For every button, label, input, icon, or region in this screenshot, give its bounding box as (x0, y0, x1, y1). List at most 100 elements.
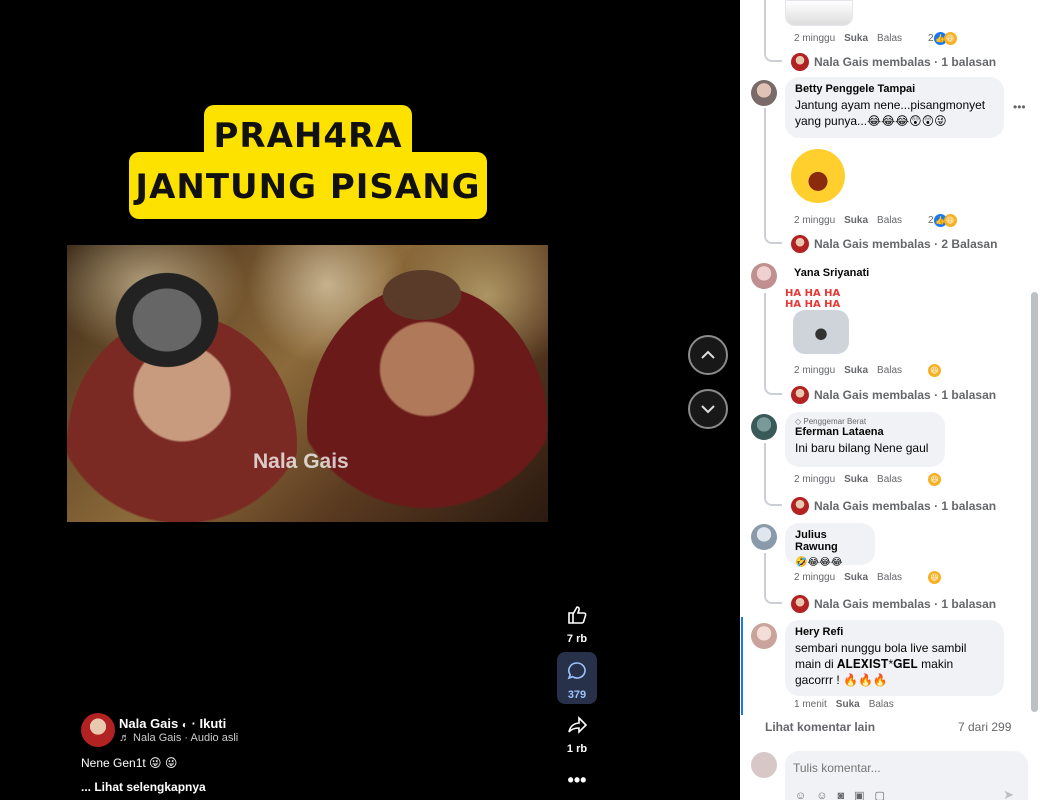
avatar (791, 235, 809, 253)
commenter-name[interactable]: Yana Sriyanati (794, 267, 869, 279)
reply-summary[interactable]: Nala Gais membalas · 1 balasan (791, 386, 996, 404)
comment-bubble: ◇ Penggemar Berat Eferman Lataena Ini ba… (785, 412, 945, 467)
comment-time: 2 minggu (794, 33, 836, 44)
see-more-link[interactable]: ... Lihat selengkapnya (81, 780, 206, 794)
avatar-sticker-icon[interactable]: ☺ (795, 790, 816, 800)
comment-bubble: Hery Refi sembari nunggu bola live sambi… (785, 620, 1004, 696)
reaction-summary[interactable]: 2 👍 😆 (928, 32, 957, 45)
like-link[interactable]: Suka (844, 365, 868, 376)
comment-text: Jantung ayam nene...pisangmonyet yang pu… (795, 98, 986, 128)
avatar (791, 595, 809, 613)
like-button[interactable]: 7 rb (557, 604, 597, 645)
commenter-name[interactable]: Julius Rawung (795, 529, 865, 553)
like-link[interactable]: Suka (844, 572, 868, 583)
comment-count: 379 (567, 689, 587, 701)
send-icon[interactable]: ➤ (1003, 787, 1014, 800)
current-user-avatar (751, 752, 777, 778)
view-more-comments-link[interactable]: Lihat komentar lain (765, 720, 875, 734)
audio-info[interactable]: ♬ Nala Gais · Audio asli (119, 732, 238, 744)
avatar[interactable] (751, 524, 777, 550)
comment-bubble: Julius Rawung 🤣😂😂😂 (785, 523, 875, 568)
comment-composer[interactable]: ☺☺◙▣▢ ➤ (785, 751, 1028, 800)
comment-time: 2 minggu (794, 474, 836, 485)
comment-time: 2 minggu (794, 215, 836, 226)
reply-link[interactable]: Balas (877, 474, 902, 485)
reply-link[interactable]: Balas (877, 215, 902, 226)
avatar[interactable] (751, 80, 777, 106)
commenter-name[interactable]: Betty Penggele Tampai (795, 83, 994, 95)
comment-button[interactable]: 379 (557, 652, 597, 704)
sticker-laughing-face (791, 149, 845, 203)
comment-1-meta: 2 minggu Suka Balas (794, 215, 902, 226)
new-comment-indicator (741, 617, 743, 715)
author-name[interactable]: Nala Gais (119, 716, 178, 731)
share-count: 1 rb (566, 743, 588, 755)
chevron-down-icon (701, 405, 715, 414)
like-link[interactable]: Suka (836, 699, 860, 710)
avatar (791, 497, 809, 515)
like-link[interactable]: Suka (844, 474, 868, 485)
comment-options-button[interactable]: ••• (1013, 100, 1026, 114)
comment-input[interactable] (793, 761, 993, 775)
reaction-summary[interactable]: 2 👍 😆 (928, 214, 957, 227)
share-button[interactable]: 1 rb (557, 714, 597, 755)
comment-2-meta: 2 minggu Suka Balas (794, 365, 902, 376)
author-avatar[interactable] (81, 713, 115, 747)
reaction-summary[interactable]: 😆 (928, 571, 941, 584)
sticker-icon[interactable]: ▢ (875, 790, 895, 800)
title-line-1: PRAH4RA (204, 105, 412, 165)
haha-reaction-icon: 😆 (928, 364, 941, 377)
comment-time: 1 menit (794, 699, 827, 710)
comment-0-meta: 2 minggu Suka Balas (794, 33, 902, 44)
sticker-cat-laughing (785, 0, 853, 26)
avatar (791, 53, 809, 71)
reply-summary[interactable]: Nala Gais membalas · 1 balasan (791, 595, 996, 613)
comment-4-meta: 2 minggu Suka Balas (794, 572, 902, 583)
reaction-summary[interactable]: 😆 (928, 473, 941, 486)
camera-icon[interactable]: ◙ (837, 790, 854, 800)
comments-scrollbar[interactable] (1031, 292, 1038, 712)
comment-time: 2 minggu (794, 365, 836, 376)
like-count: 7 rb (566, 633, 588, 645)
video-title-overlay: JANTUNG PISANG PRAH4RA (129, 105, 487, 219)
gif-icon[interactable]: ▣ (854, 790, 874, 800)
reply-link[interactable]: Balas (877, 33, 902, 44)
comment-time: 2 minggu (794, 572, 836, 583)
haha-reaction-icon: 😆 (943, 214, 957, 227)
comment-text: sembari nunggu bola live sambil main di … (795, 641, 967, 687)
previous-video-button[interactable] (688, 335, 728, 375)
reply-summary[interactable]: Nala Gais membalas · 2 Balasan (791, 235, 997, 253)
comment-count-indicator: 7 dari 299 (958, 720, 1012, 734)
globe-icon: ◐ (181, 720, 188, 731)
reply-summary[interactable]: Nala Gais membalas · 1 balasan (791, 497, 996, 515)
emoji-overlay: 😂😂😂 (198, 541, 421, 608)
avatar[interactable] (751, 263, 777, 289)
comment-text: 🤣😂😂😂 (795, 557, 843, 568)
next-video-button[interactable] (688, 389, 728, 429)
commenter-name[interactable]: Eferman Lataena (795, 426, 935, 438)
more-dots-icon: ••• (567, 770, 587, 790)
sticker-cat-haha: HA HA HA HA HA HA (785, 288, 853, 356)
commenter-name[interactable]: Hery Refi (795, 626, 994, 638)
follow-link[interactable]: · Ikuti (192, 716, 227, 731)
like-link[interactable]: Suka (844, 215, 868, 226)
reply-link[interactable]: Balas (869, 699, 894, 710)
diamond-icon: ◇ (795, 417, 802, 426)
haha-reaction-icon: 😆 (928, 571, 941, 584)
like-link[interactable]: Suka (844, 33, 868, 44)
haha-reaction-icon: 😆 (943, 32, 957, 45)
share-icon (568, 716, 588, 734)
more-options-button[interactable]: ••• (557, 770, 597, 790)
video-player[interactable]: JANTUNG PISANG PRAH4RA Nala Gais 😂😂😂 7 r… (0, 0, 740, 800)
chevron-up-icon (701, 350, 715, 359)
comment-bubble: Betty Penggele Tampai Jantung ayam nene.… (785, 77, 1004, 138)
reply-link[interactable]: Balas (877, 572, 902, 583)
reply-link[interactable]: Balas (877, 365, 902, 376)
reply-summary[interactable]: Nala Gais membalas · 1 balasan (791, 53, 996, 71)
avatar[interactable] (751, 623, 777, 649)
reaction-summary[interactable]: 😆 (928, 364, 941, 377)
emoji-icon[interactable]: ☺ (816, 790, 837, 800)
avatar[interactable] (751, 414, 777, 440)
video-frame[interactable]: Nala Gais (67, 245, 548, 522)
comment-5-meta: 1 menit Suka Balas (794, 699, 894, 710)
